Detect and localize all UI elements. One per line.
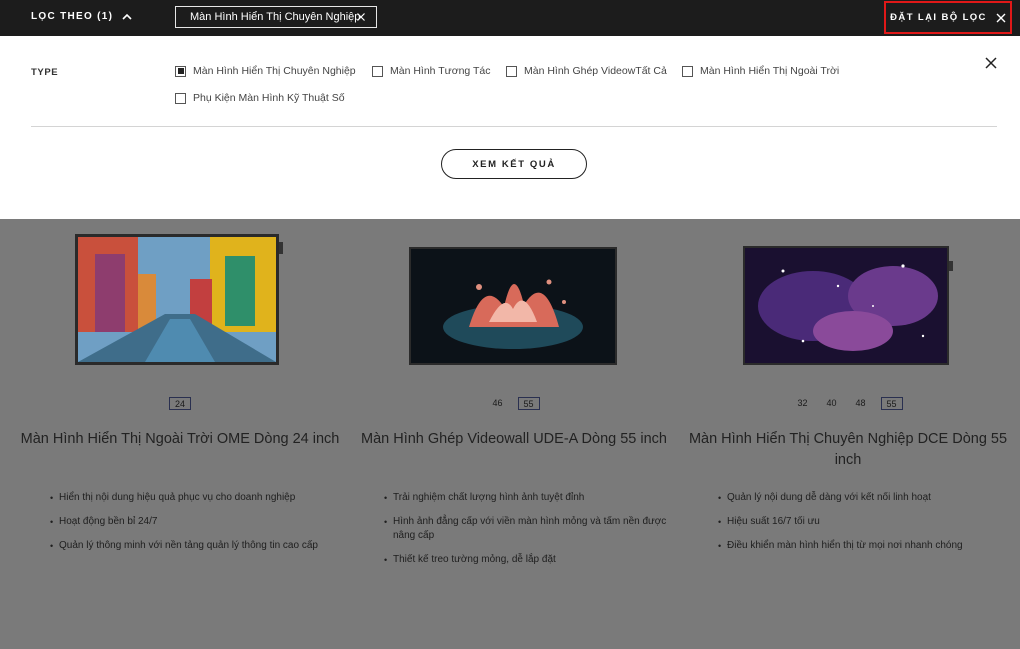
divider (31, 126, 997, 127)
size-option[interactable]: 40 (822, 397, 840, 410)
type-option-outdoor-display[interactable]: Màn Hình Hiển Thị Ngoài Trời (682, 65, 839, 77)
remove-filter-icon[interactable] (356, 12, 366, 22)
product-title[interactable]: Màn Hình Hiển Thị Chuyên Nghiệp DCE Dòng… (688, 429, 1008, 471)
feature-item: Điều khiển màn hình hiển thị từ mọi nơi … (718, 539, 1018, 553)
close-icon (996, 13, 1006, 22)
filter-panel: TYPE Màn Hình Hiển Thị Chuyên Nghiệp Màn… (0, 36, 1020, 219)
product-image-outdoor[interactable] (75, 234, 285, 365)
type-filter-heading: TYPE (31, 67, 59, 78)
size-option[interactable]: 48 (852, 397, 870, 410)
size-option[interactable]: 32 (793, 397, 811, 410)
product-image-professional[interactable] (743, 246, 953, 365)
type-option-videowall[interactable]: Màn Hình Ghép VideowTất Cả (506, 65, 667, 77)
size-option[interactable]: 55 (517, 397, 540, 410)
feature-list: Hiển thị nội dung hiệu quả phục vụ cho d… (50, 491, 350, 563)
checkbox[interactable] (175, 92, 186, 104)
size-options: 46 55 (354, 397, 674, 410)
feature-list: Quản lý nội dung dễ dàng với kết nối lin… (718, 491, 1018, 563)
feature-list: Trải nghiệm chất lượng hình ảnh tuyệt đỉ… (384, 491, 684, 577)
size-option[interactable]: 55 (880, 397, 903, 410)
active-filter-chip: Màn Hình Hiển Thị Chuyên Nghiệp (175, 6, 377, 28)
size-option[interactable]: 46 (488, 397, 506, 410)
feature-item: Thiết kế treo tường mỏng, dễ lắp đặt (384, 553, 684, 567)
filter-toggle-label: LỌC THEO (1) (31, 11, 114, 22)
feature-item: Trải nghiệm chất lượng hình ảnh tuyệt đỉ… (384, 491, 684, 505)
type-option-professional-display[interactable]: Màn Hình Hiển Thị Chuyên Nghiệp (175, 65, 356, 77)
product-title[interactable]: Màn Hình Hiển Thị Ngoài Trời OME Dòng 24… (20, 429, 340, 450)
product-title[interactable]: Màn Hình Ghép Videowall UDE-A Dòng 55 in… (354, 429, 674, 450)
feature-item: Quản lý nội dung dễ dàng với kết nối lin… (718, 491, 1018, 505)
active-filter-chip-label: Màn Hình Hiển Thị Chuyên Nghiệp (190, 11, 361, 23)
feature-item: Hiển thị nội dung hiệu quả phục vụ cho d… (50, 491, 350, 505)
checkbox[interactable] (506, 65, 517, 77)
type-option-label: Màn Hình Hiển Thị Chuyên Nghiệp (193, 65, 356, 77)
size-options: 24 (20, 397, 340, 410)
reset-filters-label: ĐẶT LẠI BỘ LỌC (890, 12, 987, 23)
checkbox[interactable] (682, 65, 693, 77)
product-image-videowall[interactable] (409, 247, 617, 365)
filter-bar: LỌC THEO (1) Màn Hình Hiển Thị Chuyên Ng… (0, 0, 1020, 36)
view-results-button[interactable]: XEM KẾT QUẢ (441, 149, 587, 179)
filter-toggle-button[interactable]: LỌC THEO (1) (31, 11, 132, 22)
feature-item: Quản lý thông minh với nền tảng quản lý … (50, 539, 350, 553)
chevron-up-icon (122, 13, 132, 20)
feature-item: Hình ảnh đẳng cấp với viền màn hình mỏng… (384, 515, 684, 543)
size-option[interactable]: 24 (168, 397, 191, 410)
type-option-label: Màn Hình Hiển Thị Ngoài Trời (700, 65, 840, 77)
type-option-signage-accessories[interactable]: Phụ Kiện Màn Hình Kỹ Thuật Số (175, 92, 345, 104)
feature-item: Hoạt động bền bỉ 24/7 (50, 515, 350, 529)
type-option-label: Màn Hình Ghép VideowTất Cả (524, 65, 667, 77)
type-option-interactive-display[interactable]: Màn Hình Tương Tác (372, 65, 491, 77)
type-option-label: Màn Hình Tương Tác (390, 65, 491, 77)
close-panel-icon[interactable] (985, 57, 997, 69)
checkbox[interactable] (372, 65, 383, 77)
size-options: 32 40 48 55 (688, 397, 1008, 410)
checkbox[interactable] (175, 65, 186, 77)
reset-filters-button[interactable]: ĐẶT LẠI BỘ LỌC (884, 1, 1012, 34)
type-option-label: Phụ Kiện Màn Hình Kỹ Thuật Số (193, 92, 345, 104)
feature-item: Hiệu suất 16/7 tối ưu (718, 515, 1018, 529)
